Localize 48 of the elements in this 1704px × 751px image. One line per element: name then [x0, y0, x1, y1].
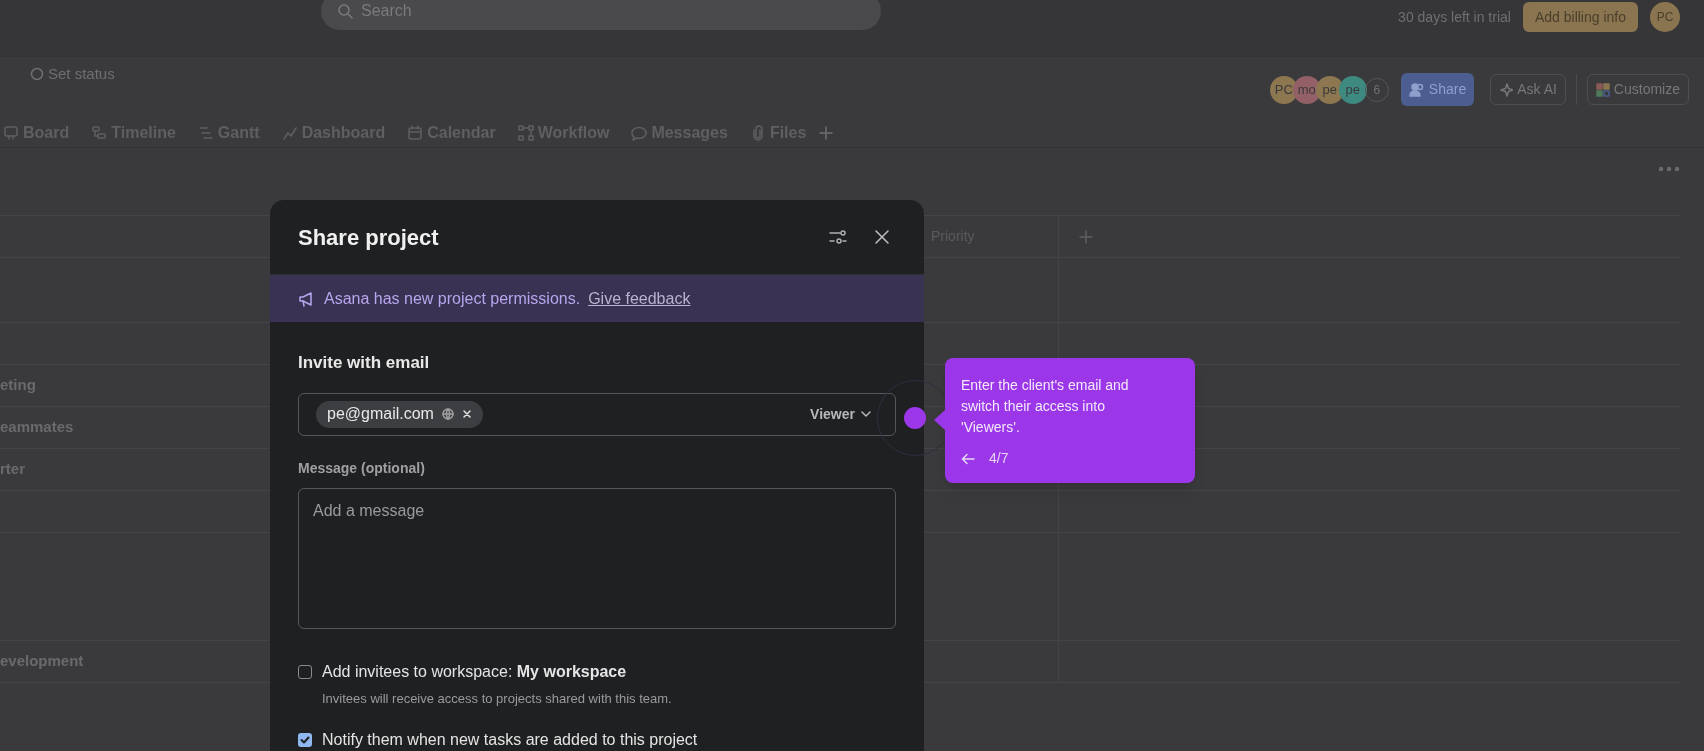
- sliders-icon: [828, 229, 848, 245]
- gantt-icon: [197, 125, 214, 141]
- circle-icon: [30, 67, 44, 81]
- chevron-down-icon: [861, 410, 871, 418]
- globe-icon: [441, 408, 454, 420]
- message-field[interactable]: Add a message: [298, 487, 896, 629]
- check-icon: [300, 735, 310, 745]
- checkbox[interactable]: [298, 733, 312, 747]
- plus-icon: [1079, 229, 1093, 244]
- settings-button[interactable]: [828, 229, 848, 245]
- grid-icon: [1595, 82, 1610, 97]
- tooltip-text: Enter the client's email and switch their access into 'Viewers'.: [961, 376, 1130, 437]
- feedback-link[interactable]: Give feedback: [588, 286, 691, 311]
- option-hint: Invitees will receive access to projects shared with this team.: [322, 689, 673, 708]
- option-label: Add invitees to workspace: My workspace: [322, 661, 627, 682]
- invitee-chip[interactable]: pe@gmail.com: [316, 400, 483, 428]
- close-icon: [874, 229, 890, 245]
- step-counter: 4/7: [989, 449, 1009, 468]
- option-label: Notify them when new tasks are added to this project: [322, 730, 698, 750]
- close-button[interactable]: [874, 229, 890, 245]
- workflow-icon: [517, 125, 534, 141]
- arrow-left-icon: [961, 452, 975, 465]
- checkbox[interactable]: [298, 664, 312, 679]
- sparkle-icon: [1499, 82, 1514, 97]
- back-button[interactable]: [961, 452, 975, 465]
- section-heading: Invite with email: [298, 352, 431, 374]
- more-icon: [1658, 166, 1680, 172]
- trial-text: 30 days left in trial: [1398, 7, 1511, 27]
- messages-icon: [631, 125, 648, 141]
- field-label: Message (optional): [298, 458, 426, 478]
- plus-icon: [818, 125, 835, 141]
- search-icon: [337, 3, 353, 19]
- timeline-icon: [91, 125, 108, 141]
- remove-icon: [461, 409, 472, 419]
- ask-ai-button[interactable]: Ask AI: [1490, 74, 1566, 105]
- dialog-title: Share project: [298, 223, 439, 252]
- calendar-icon: [407, 125, 424, 141]
- people-icon: [1408, 81, 1425, 98]
- member-avatar[interactable]: pe: [1338, 75, 1367, 104]
- user-avatar[interactable]: PC: [1650, 2, 1680, 32]
- billing-button[interactable]: Add billing info: [1522, 2, 1638, 32]
- share-button[interactable]: Share: [1400, 73, 1475, 106]
- customize-button[interactable]: Customize: [1586, 74, 1689, 105]
- board-icon: [3, 125, 19, 141]
- email-field[interactable]: pe@gmail.com Viewer: [298, 392, 896, 436]
- banner-text: Asana has new project permissions.: [324, 288, 581, 309]
- role-dropdown[interactable]: Viewer: [810, 403, 871, 425]
- dashboard-icon: [281, 125, 298, 141]
